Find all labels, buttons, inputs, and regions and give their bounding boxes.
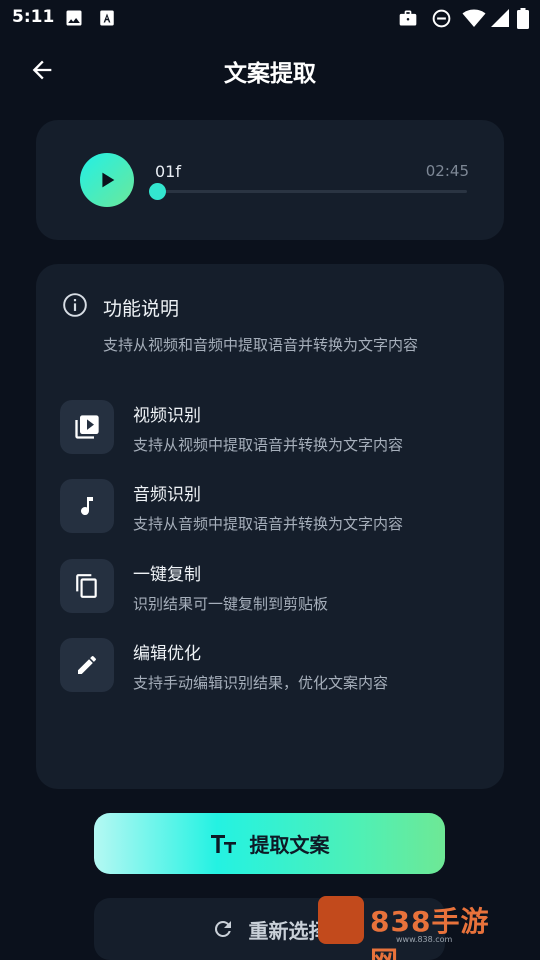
play-icon (102, 172, 115, 188)
feature-info-card: 功能说明 支持从视频和音频中提取语音并转换为文字内容 视频识别 支持从视频中提取… (36, 264, 504, 789)
extract-button-label: 提取文案 (249, 833, 330, 857)
feature-description: 支持从音频中提取语音并转换为文字内容 (133, 515, 404, 533)
feature-title: 一键复制 (133, 565, 201, 585)
feature-icon-box (60, 638, 114, 692)
watermark-url: www.838.com (396, 935, 453, 944)
image-icon (66, 10, 82, 26)
feature-title: 视频识别 (133, 406, 201, 426)
text-format-icon (210, 834, 236, 853)
extract-text-button[interactable]: 提取文案 (94, 813, 445, 874)
feature-description: 支持从视频中提取语音并转换为文字内容 (133, 436, 404, 454)
feature-title: 音频识别 (133, 485, 201, 505)
feature-description: 识别结果可一键复制到剪贴板 (133, 595, 329, 613)
feature-item-copy: 一键复制 识别结果可一键复制到剪贴板 (60, 559, 480, 615)
video-library-icon (75, 415, 99, 439)
watermark: 838手游网 www.838.com (318, 896, 518, 960)
progress-thumb[interactable] (149, 183, 166, 200)
refresh-icon (214, 921, 231, 937)
page-title: 文案提取 (224, 61, 316, 87)
feature-item-edit: 编辑优化 支持手动编辑识别结果，优化文案内容 (60, 638, 480, 694)
reselect-button-label: 重新选择 (248, 918, 329, 943)
info-icon (63, 293, 87, 317)
info-description: 支持从视频和音频中提取语音并转换为文字内容 (103, 336, 419, 354)
feature-item-audio: 音频识别 支持从音频中提取语音并转换为文字内容 (60, 479, 480, 535)
track-name: 01f (155, 162, 181, 181)
edit-icon (78, 655, 97, 674)
progress-slider[interactable] (149, 183, 467, 200)
play-button[interactable] (80, 153, 134, 207)
battery-icon (517, 8, 529, 29)
info-title: 功能说明 (103, 298, 180, 320)
feature-title: 编辑优化 (133, 644, 201, 664)
signal-icon (491, 9, 509, 27)
feature-description: 支持手动编辑识别结果，优化文案内容 (133, 674, 389, 692)
do-not-disturb-icon (432, 9, 451, 28)
feature-icon-box (60, 479, 114, 533)
status-time: 5:11 (12, 7, 55, 27)
audio-player-card: 01f 02:45 (36, 120, 504, 240)
feature-item-video: 视频识别 支持从视频中提取语音并转换为文字内容 (60, 400, 480, 456)
text-a-icon (100, 10, 114, 26)
copy-icon (76, 574, 97, 598)
music-note-icon (81, 497, 93, 516)
briefcase-icon (399, 10, 417, 26)
track-duration: 02:45 (425, 162, 469, 180)
watermark-logo (318, 896, 364, 944)
status-bar: 5:11 (0, 0, 540, 36)
feature-icon-box (60, 400, 114, 454)
wifi-icon (462, 9, 486, 27)
watermark-text: 838手游网 (370, 905, 490, 960)
feature-icon-box (60, 559, 114, 613)
